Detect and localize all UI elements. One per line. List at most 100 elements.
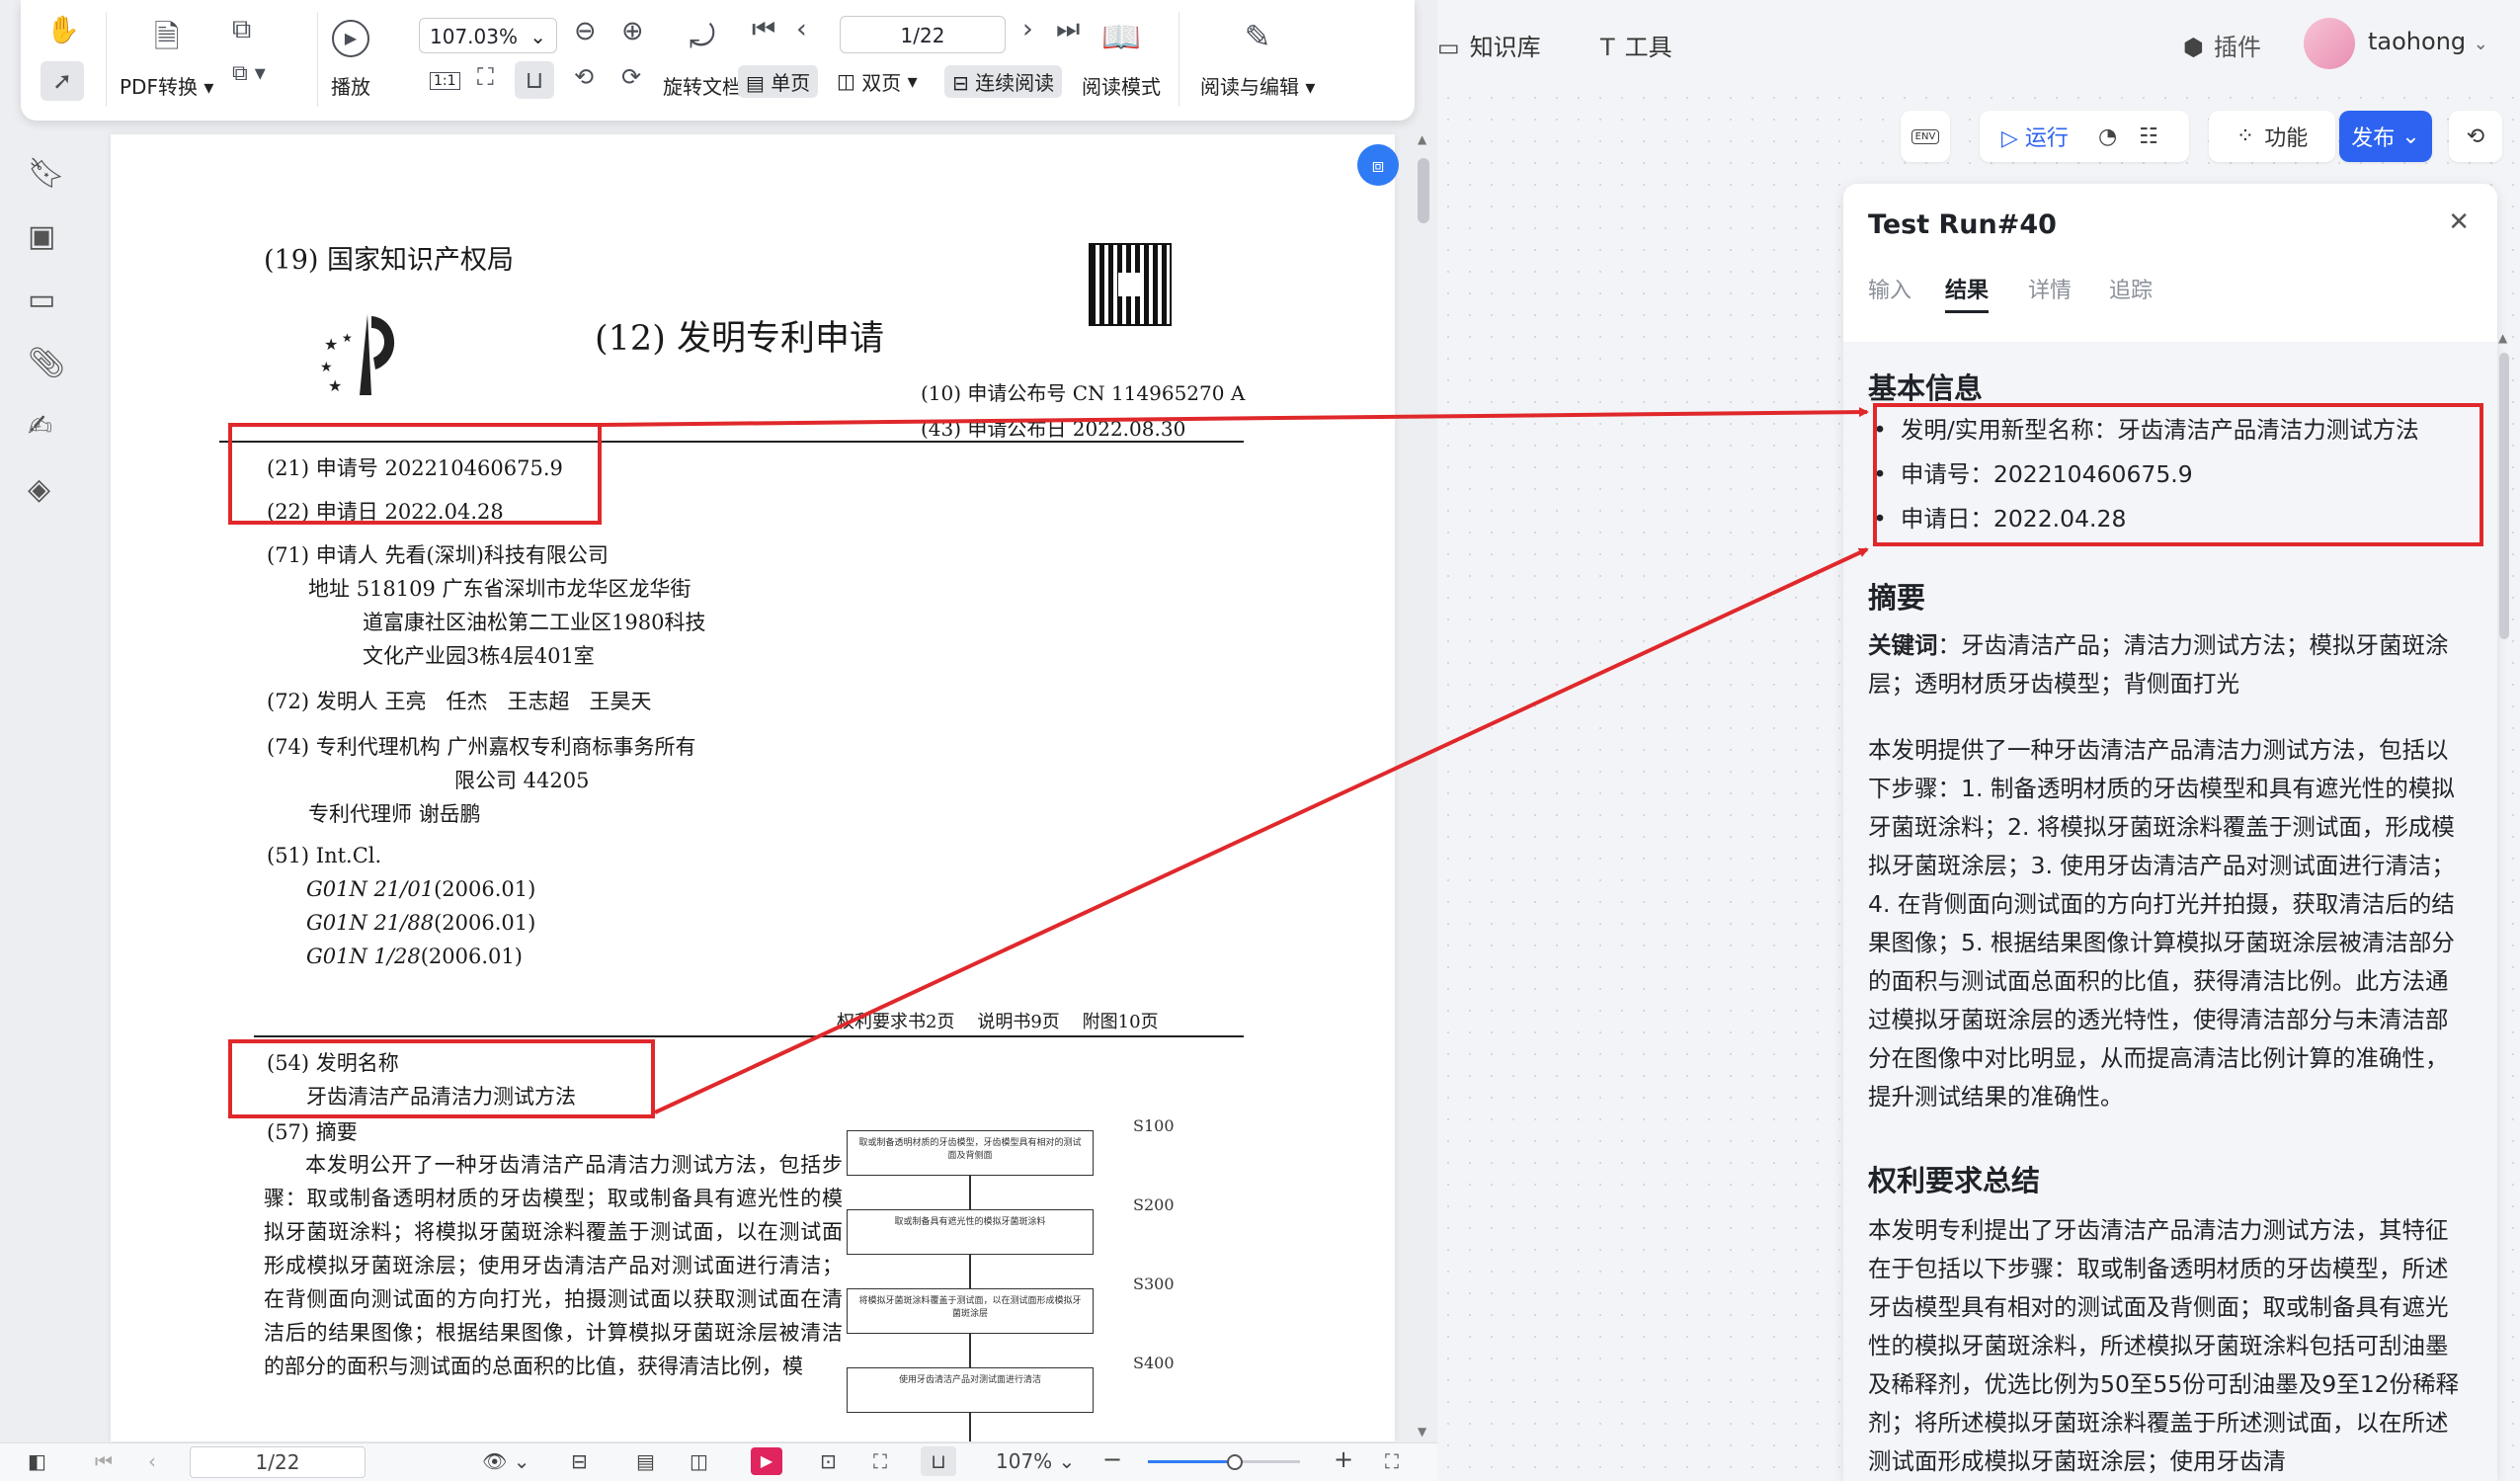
rotate-document-button[interactable]: ⤾ 旋转文档 (663, 16, 742, 100)
function-button[interactable]: ⁘ 功能 (2209, 111, 2335, 162)
fit-actual-size-button[interactable]: 1:1 (430, 63, 460, 99)
svg-text:★: ★ (328, 376, 342, 395)
history-icon[interactable]: ⟲ (2449, 111, 2502, 162)
svg-text:★: ★ (324, 335, 338, 354)
last-page-icon[interactable]: ⏭ (1056, 14, 1080, 45)
fit-width-icon[interactable]: ⊔ (515, 61, 554, 99)
fit-width-icon[interactable]: ⊔ (921, 1446, 956, 1476)
claims-heading: 权利要求总结 (1868, 1164, 2041, 1197)
double-page-button[interactable]: ◫ 双页 ▾ (837, 63, 918, 99)
edit-icon: ✎ (1244, 18, 1271, 55)
flow-step-box: 使用牙齿清洁产品对测试面进行清洁 (847, 1367, 1094, 1413)
zoom-out-icon[interactable]: ⊖ (574, 16, 597, 46)
flow-step-label: S300 (1133, 1275, 1175, 1293)
play-icon[interactable]: ▶ (751, 1447, 782, 1475)
bookmark-icon[interactable]: 🔖︎ (28, 156, 65, 191)
zoom-slider[interactable] (1148, 1454, 1300, 1470)
signature-icon[interactable]: ✍︎ (28, 409, 52, 444)
layers-icon[interactable]: ◈ (28, 472, 50, 507)
status-zoom-select[interactable]: 107% ⌄ (996, 1449, 1075, 1473)
status-page-input[interactable]: 1/22 (190, 1446, 366, 1478)
hand-tool-icon[interactable]: ✋ (46, 14, 80, 45)
prev-page-icon[interactable]: ‹ (148, 1449, 156, 1473)
close-icon[interactable]: ✕ (2448, 207, 2470, 237)
fit-actual-icon[interactable]: ⊡ (820, 1449, 837, 1473)
zoom-out-icon[interactable]: − (1102, 1445, 1122, 1473)
flow-step-label: S200 (1133, 1195, 1175, 1214)
fit-page-icon[interactable]: ⛶ (477, 63, 494, 91)
book-icon: 📖 (1101, 18, 1141, 55)
continuous-icon[interactable]: ⊟ (571, 1449, 588, 1473)
double-page-icon[interactable]: ◫ (690, 1449, 708, 1473)
zoom-in-icon[interactable]: + (1334, 1445, 1353, 1473)
env-button[interactable]: ENV (1901, 111, 1950, 162)
avatar[interactable] (2304, 18, 2355, 69)
single-page-button[interactable]: ▤ 单页 (738, 63, 819, 99)
tab-trace[interactable]: 追踪 (2109, 273, 2153, 304)
single-page-icon: ▤ (746, 70, 765, 95)
nav-plugins[interactable]: ⬢ 插件 (2183, 28, 2261, 62)
double-page-icon: ◫ (837, 69, 855, 93)
qr-code (1089, 243, 1172, 326)
pub-no-label: (10) 申请公布号 (921, 381, 1067, 405)
nav-tools[interactable]: T 工具 (1600, 28, 1672, 62)
rotate-right-icon[interactable]: ⟳ (621, 63, 641, 91)
history-run-icon[interactable]: ◔ (2098, 124, 2117, 149)
intcl-date: (2006.01) (420, 945, 523, 968)
tab-input[interactable]: 输入 (1868, 273, 1911, 304)
pdf-scrollbar[interactable]: ▲ ▼ (1414, 128, 1433, 1442)
intcl-date: (2006.01) (434, 877, 536, 901)
reading-mode-button[interactable]: 📖 阅读模式 (1082, 16, 1161, 100)
pdf-viewer: ✋ ➚ 🗎 PDF转换 ▾ ⧉ ⧉ ▾ ▶ 播放 107.03% ⌄ ⊖ ⊕ 1:… (0, 0, 1437, 1481)
run-button[interactable]: ▷ 运行 (2001, 121, 2069, 152)
sidebar-toggle-icon[interactable]: ◧ (28, 1449, 46, 1473)
svg-text:★: ★ (342, 331, 353, 345)
play-button[interactable]: ▶ 播放 (331, 16, 370, 100)
select-tool-icon[interactable]: ➚ (41, 61, 84, 101)
annotation-box-title (228, 1039, 655, 1118)
intcl-date: (2006.01) (434, 911, 536, 935)
inventor-label: (72) 发明人 (267, 690, 378, 713)
comment-icon[interactable]: ▭ (28, 283, 55, 317)
pdf-convert-button[interactable]: 🗎 PDF转换 ▾ (120, 16, 213, 100)
fullscreen-icon[interactable]: ⛶ (1385, 1449, 1399, 1473)
prev-page-icon[interactable]: ‹ (796, 14, 807, 44)
flow-step-box: 取或制备具有遮光性的模拟牙菌斑涂料 (847, 1209, 1094, 1255)
eye-icon[interactable]: 👁︎ ⌄ (482, 1449, 530, 1473)
pdf-toolbar: ✋ ➚ 🗎 PDF转换 ▾ ⧉ ⧉ ▾ ▶ 播放 107.03% ⌄ ⊖ ⊕ 1:… (21, 0, 1415, 121)
word-convert-icon: 🗎 (153, 18, 180, 55)
first-page-icon[interactable]: ⏮ (752, 14, 775, 45)
attachment-icon[interactable]: 📎︎ (28, 346, 65, 380)
nav-knowledge[interactable]: ▭ 知识库 (1437, 28, 1541, 62)
basic-info-heading: 基本信息 (1868, 371, 1984, 405)
ai-assistant-icon[interactable]: ⧈ (1357, 144, 1399, 186)
address-line-2: 道富康社区油松第二工业区1980科技 (363, 611, 706, 634)
agency-line-1: 广州嘉权专利商标事务所有 (447, 735, 696, 759)
image-convert-icon[interactable]: ⧉ (232, 14, 251, 45)
page-number-input[interactable]: 1/22 (840, 16, 1006, 53)
thumbnail-icon[interactable]: ▣ (28, 219, 55, 254)
next-page-icon[interactable]: › (1022, 14, 1033, 44)
checklist-icon[interactable]: ☷ (2139, 124, 2158, 149)
tab-result[interactable]: 结果 (1945, 273, 1989, 304)
zoom-in-icon[interactable]: ⊕ (621, 16, 644, 46)
continuous-read-button[interactable]: ⊟ 连续阅读 (944, 63, 1063, 99)
single-page-icon[interactable]: ▤ (636, 1449, 655, 1473)
user-menu[interactable]: taohong ⌄ (2368, 28, 2488, 55)
fit-page-icon[interactable]: ⛶ (873, 1449, 887, 1473)
zoom-select[interactable]: 107.03% ⌄ (419, 18, 557, 53)
read-edit-button[interactable]: ✎ 阅读与编辑 ▾ (1200, 16, 1315, 100)
intcl-code: G01N 1/28 (306, 945, 421, 968)
publish-button[interactable]: 发布 ⌄ (2339, 111, 2432, 162)
pub-no: CN 114965270 A (1072, 381, 1246, 405)
panel-scrollbar[interactable]: ▲ (2496, 331, 2512, 1481)
pub-date: 2022.08.30 (1072, 417, 1186, 441)
pdf-statusbar: ◧ ⏮ ‹ 1/22 👁︎ ⌄ ⊟ ▤ ◫ ▶ ⊡ ⛶ ⊔ 107% ⌄ − +… (0, 1442, 1437, 1481)
inventors: 王亮 任杰 王志超 王昊天 (384, 690, 652, 713)
first-page-icon[interactable]: ⏮ (95, 1449, 113, 1473)
tab-details[interactable]: 详情 (2028, 273, 2072, 304)
intcl-code: G01N 21/01 (306, 877, 435, 901)
abstract-text: 本发明公开了一种牙齿清洁产品清洁力测试方法，包括步骤：取或制备透明材质的牙齿模型… (264, 1153, 843, 1378)
more-convert-icon[interactable]: ⧉ ▾ (232, 61, 266, 86)
rotate-left-icon[interactable]: ⟲ (574, 63, 594, 91)
